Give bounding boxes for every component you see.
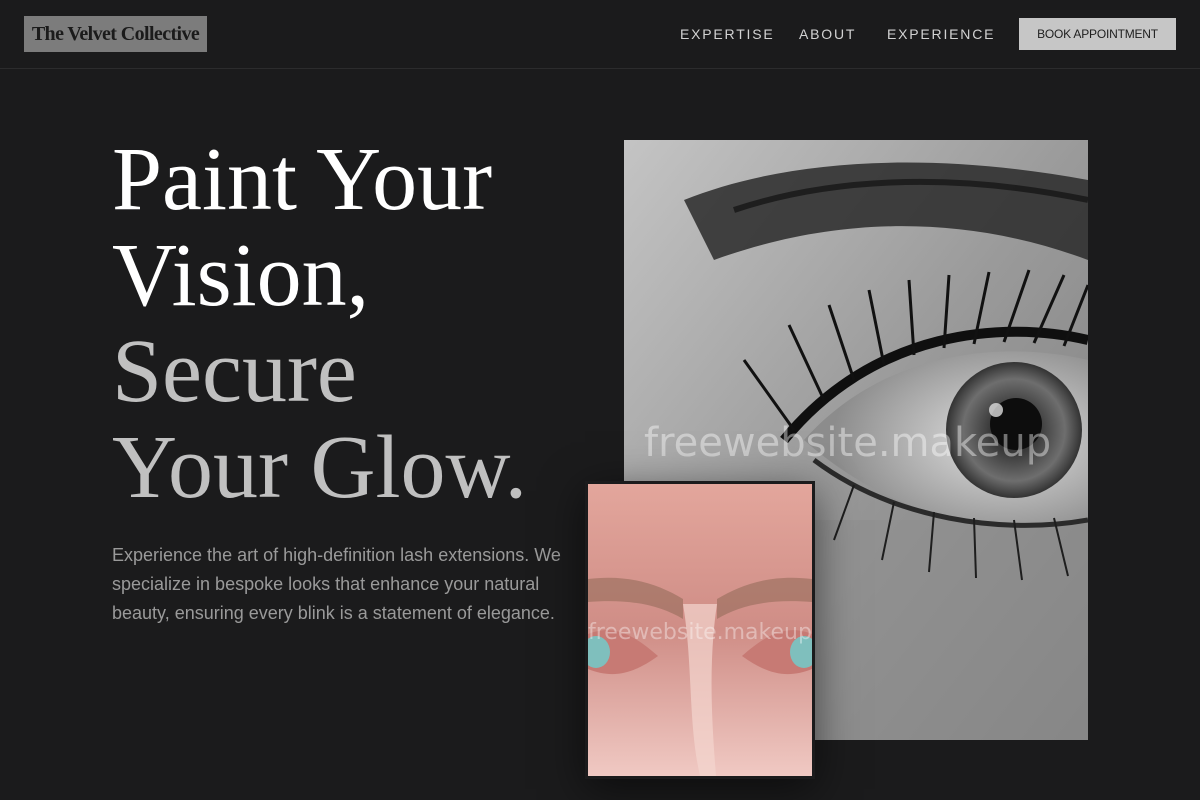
nav-link-experience[interactable]: EXPERIENCE [887,24,995,44]
top-navigation-bar: The Velvet Collective EXPERTISE ABOUT EX… [0,0,1200,69]
nav-link-about[interactable]: ABOUT [799,24,856,44]
face-closeup-image: freewebsite.makeup [585,481,815,779]
hero-title-line: Paint Your [112,130,493,229]
hero-title-line-accent: Secure [112,322,357,421]
hero-description: Experience the art of high-definition la… [112,545,561,623]
hero-title-line: Vision, [112,226,370,325]
brand-logo[interactable]: The Velvet Collective [24,16,207,52]
book-appointment-button[interactable]: BOOK APPOINTMENT [1019,18,1176,50]
hero-title-line-accent: Your Glow. [112,418,528,517]
nav-link-expertise[interactable]: EXPERTISE [680,24,775,44]
hero-title: Paint Your Vision, Secure Your Glow. [112,132,592,516]
